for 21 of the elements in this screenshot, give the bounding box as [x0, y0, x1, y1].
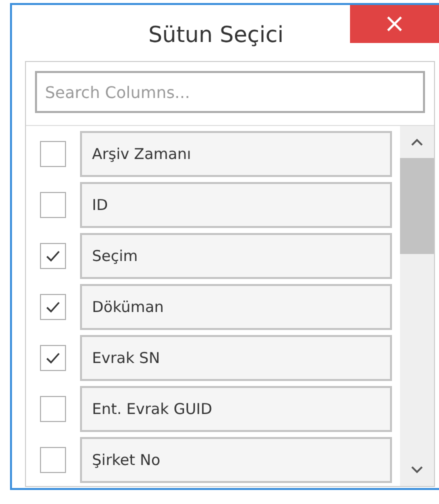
close-button[interactable]: ×: [350, 5, 439, 43]
checkbox[interactable]: [40, 396, 66, 422]
scroll-down-icon[interactable]: [411, 466, 423, 474]
column-name: Arşiv Zamanı: [80, 130, 392, 176]
column-name: Seçim: [80, 232, 392, 278]
window-title: Sütun Seçici: [147, 22, 285, 48]
checkbox[interactable]: [40, 344, 66, 370]
column-name: ID: [80, 182, 392, 228]
column-name: Şirket No: [80, 436, 392, 482]
column-name: Evrak SN: [80, 334, 392, 380]
column-name: Döküman: [80, 284, 392, 330]
checkbox[interactable]: [40, 446, 66, 472]
column-name: Ent. Evrak GUID: [80, 386, 392, 432]
checkbox[interactable]: [40, 294, 66, 320]
scrollbar[interactable]: [400, 126, 434, 486]
search-field[interactable]: Search Columns...: [35, 71, 425, 113]
scroll-up-icon[interactable]: [411, 138, 423, 146]
scroll-thumb[interactable]: [400, 158, 434, 254]
checkbox[interactable]: [40, 192, 66, 218]
checkbox[interactable]: [40, 140, 66, 166]
checkbox[interactable]: [40, 242, 66, 268]
